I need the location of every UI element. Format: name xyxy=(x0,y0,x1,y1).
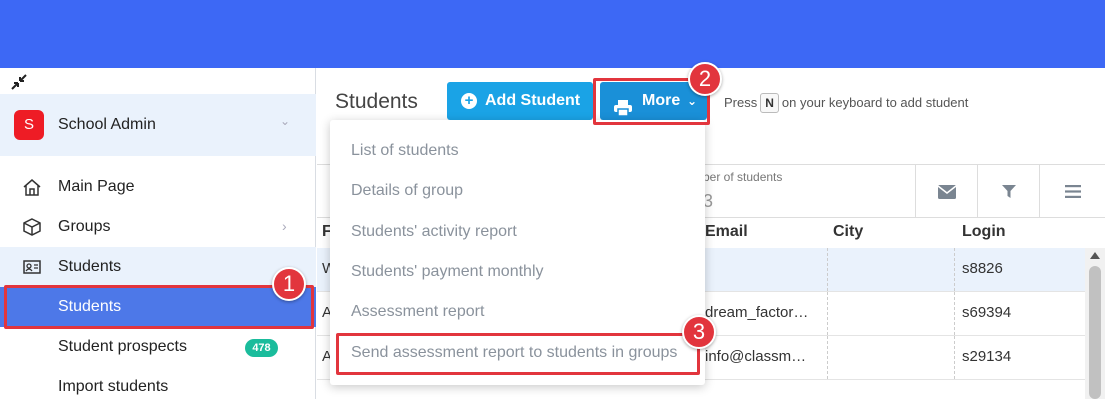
count-badge: 478 xyxy=(245,339,278,357)
collapse-icon[interactable] xyxy=(9,72,31,92)
highlight-box xyxy=(4,285,314,329)
cell-email: dream_factor… xyxy=(705,304,809,321)
envelope-icon[interactable] xyxy=(915,165,977,218)
sidebar-item-main-page[interactable]: Main Page xyxy=(0,167,316,207)
menu-icon[interactable] xyxy=(1039,165,1105,218)
sidebar: S School Admin ⌄ Main Page Groups › Stud… xyxy=(0,68,316,399)
menu-item-activity-report[interactable]: Students' activity report xyxy=(351,223,517,241)
vertical-scrollbar[interactable] xyxy=(1085,248,1105,399)
cell-city xyxy=(827,292,955,335)
menu-item-payment-monthly[interactable]: Students' payment monthly xyxy=(351,263,544,281)
sidebar-subitem-label: Import students xyxy=(58,378,169,395)
box-icon xyxy=(22,217,44,237)
menu-item-list-of-students[interactable]: List of students xyxy=(351,142,459,160)
column-header[interactable]: Email xyxy=(705,223,748,241)
hint-key: N xyxy=(760,93,779,113)
step-callout: 3 xyxy=(682,315,716,349)
sidebar-item-label: Students xyxy=(58,258,122,275)
chevron-down-icon: ⌄ xyxy=(280,114,291,128)
keyboard-hint: Press Non your keyboard to add student xyxy=(724,93,968,113)
sidebar-item-groups[interactable]: Groups › xyxy=(0,207,316,247)
cell-city xyxy=(827,336,955,379)
cell-city xyxy=(827,248,955,291)
page-title: Students xyxy=(335,90,418,113)
top-bar xyxy=(0,0,1105,68)
sidebar-item-label: Groups xyxy=(58,218,111,235)
sidebar-subitem-import-students[interactable]: Import students xyxy=(0,367,316,399)
home-icon xyxy=(22,177,44,197)
column-header[interactable]: Login xyxy=(962,223,1006,241)
scrollbar-thumb[interactable] xyxy=(1089,266,1101,399)
scroll-up-arrow[interactable] xyxy=(1090,252,1100,259)
filter-label: mber of students xyxy=(693,170,783,184)
school-name: School Admin xyxy=(58,116,156,133)
step-callout: 1 xyxy=(272,267,306,301)
cell-email: info@classm… xyxy=(705,348,807,365)
sidebar-subitem-student-prospects[interactable]: Student prospects 478 xyxy=(0,327,316,367)
highlight-box xyxy=(336,333,700,375)
step-callout: 2 xyxy=(688,62,722,96)
hint-text: on your keyboard to add student xyxy=(781,95,969,110)
menu-item-assessment-report[interactable]: Assessment report xyxy=(351,303,484,321)
cell-login: s8826 xyxy=(962,260,1003,277)
cell-login: s29134 xyxy=(962,348,1012,365)
filter-icon[interactable] xyxy=(977,165,1039,218)
sidebar-item-students[interactable]: Students xyxy=(0,247,316,287)
school-selector[interactable]: S School Admin ⌄ xyxy=(0,94,316,156)
hint-text: Press xyxy=(724,95,758,110)
school-badge: S xyxy=(14,110,44,140)
sidebar-subitem-label: Student prospects xyxy=(58,338,187,355)
column-header[interactable]: City xyxy=(833,223,863,241)
add-student-label: Add Student xyxy=(485,92,581,109)
id-card-icon xyxy=(22,257,44,277)
sidebar-item-label: Main Page xyxy=(58,178,135,195)
menu-item-details-of-group[interactable]: Details of group xyxy=(351,182,463,200)
chevron-right-icon: › xyxy=(282,218,287,234)
cell-login: s69394 xyxy=(962,304,1012,321)
add-student-button[interactable]: + Add Student xyxy=(447,82,593,120)
plus-icon: + xyxy=(461,93,477,109)
